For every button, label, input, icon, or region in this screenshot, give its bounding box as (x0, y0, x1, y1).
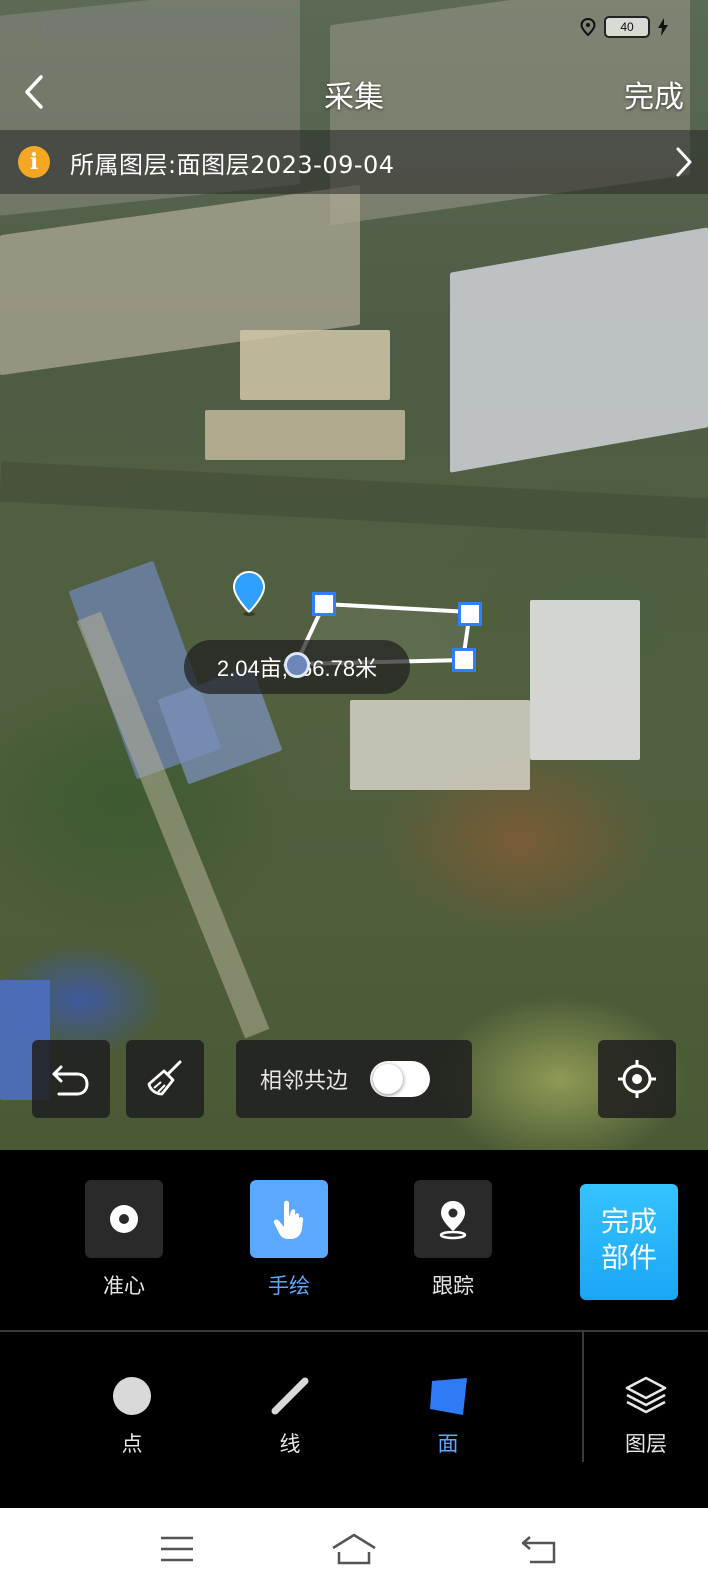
toggle-knob (373, 1064, 404, 1094)
finish-part-line2: 部件 (600, 1241, 657, 1274)
mode-label: 准心 (103, 1274, 145, 1298)
adjacent-edge-label: 相邻共边 (260, 1069, 349, 1094)
geom-polygon[interactable]: 面 (398, 1372, 498, 1458)
finish-part-line1: 完成 (600, 1205, 657, 1238)
line-icon (271, 1377, 309, 1415)
system-nav-bar (0, 1508, 708, 1591)
map-building (530, 600, 640, 760)
polygon-vertex[interactable] (284, 652, 310, 678)
mode-freehand[interactable]: 手绘 (239, 1180, 339, 1300)
geom-icon-wrap (596, 1372, 696, 1420)
battery-level: 40 (620, 20, 634, 34)
home-icon (332, 1533, 376, 1565)
layer-notice-text: 所属图层:面图层2023-09-04 (70, 150, 395, 179)
mode-icon-box (250, 1180, 328, 1258)
geom-label: 点 (121, 1432, 143, 1456)
polygon-vertex[interactable] (312, 592, 336, 616)
chevron-right-icon (676, 147, 692, 177)
mode-track[interactable]: 跟踪 (403, 1180, 503, 1300)
done-button[interactable]: 完成 (624, 72, 684, 116)
location-pin-icon (232, 570, 266, 616)
geom-point[interactable]: 点 (82, 1372, 182, 1458)
mode-label: 手绘 (268, 1274, 310, 1298)
polygon-vertex[interactable] (458, 602, 482, 626)
broom-icon (147, 1060, 182, 1096)
gps-target-icon (618, 1060, 656, 1098)
layers-button[interactable]: 图层 (596, 1372, 696, 1458)
geom-icon-wrap (398, 1372, 498, 1420)
geom-divider (582, 1332, 584, 1462)
chevron-left-icon (25, 75, 43, 109)
geom-icon-wrap (240, 1372, 340, 1420)
map-road (0, 461, 708, 539)
map-building (205, 410, 405, 460)
geom-line[interactable]: 线 (240, 1372, 340, 1458)
charging-icon (658, 18, 668, 36)
map-building (240, 330, 390, 400)
info-icon: i (18, 146, 50, 178)
menu-icon (161, 1536, 193, 1562)
title-bar: 采集 完成 (0, 56, 708, 128)
clear-button[interactable] (126, 1040, 204, 1118)
mode-label: 跟踪 (432, 1274, 474, 1298)
page-title: 采集 (324, 80, 384, 115)
map-building (450, 227, 708, 473)
crosshair-dot-icon (110, 1205, 138, 1233)
status-bar: 40 (0, 0, 708, 56)
adjacent-edge-toggle[interactable] (370, 1061, 431, 1097)
mode-crosshair[interactable]: 准心 (74, 1180, 174, 1300)
geom-icon-wrap (82, 1372, 182, 1420)
map-building (350, 700, 530, 790)
nav-home-button[interactable] (329, 1526, 379, 1572)
hand-touch-icon (273, 1200, 304, 1239)
location-status-icon (580, 18, 596, 36)
battery-indicator: 40 (604, 16, 650, 38)
adjacent-edge-panel: 相邻共边 (236, 1040, 472, 1118)
status-icons: 40 (580, 16, 668, 38)
back-button[interactable] (10, 68, 58, 116)
polygon-icon (430, 1378, 467, 1415)
finish-part-button[interactable]: 完成 部件 (580, 1184, 678, 1300)
status-redacted (40, 16, 270, 38)
mode-icon-box (85, 1180, 163, 1258)
layer-notice-bar[interactable]: i 所属图层:面图层2023-09-04 (0, 130, 708, 194)
point-icon (113, 1377, 151, 1415)
nav-menu-button[interactable] (152, 1526, 202, 1572)
locate-button[interactable] (598, 1040, 676, 1118)
track-pin-icon (439, 1201, 467, 1240)
geom-label: 面 (437, 1432, 459, 1456)
layers-label: 图层 (625, 1432, 667, 1456)
undo-button[interactable] (32, 1040, 110, 1118)
mode-icon-box (414, 1180, 492, 1258)
layers-icon (625, 1376, 667, 1414)
geom-label: 线 (279, 1432, 301, 1456)
geometry-type-bar: 点 线 面 图层 (0, 1332, 708, 1508)
nav-back-button[interactable] (514, 1526, 564, 1572)
undo-icon (52, 1065, 89, 1096)
return-icon (521, 1536, 556, 1564)
polygon-vertex[interactable] (452, 648, 476, 672)
